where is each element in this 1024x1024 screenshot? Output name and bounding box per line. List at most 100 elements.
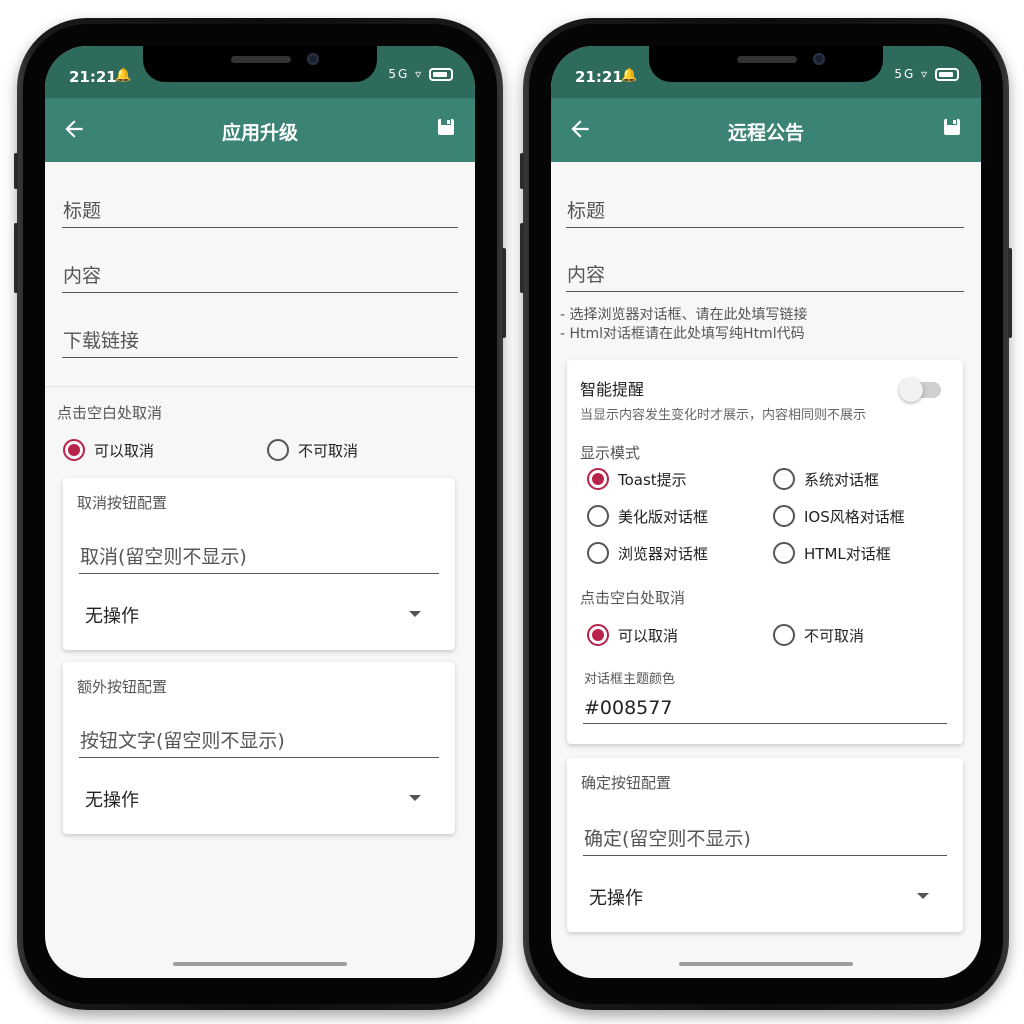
radio-label: IOS风格对话框: [804, 507, 905, 526]
content-field-label: 内容: [63, 265, 102, 287]
radio-cannot-cancel[interactable]: 不可取消: [267, 439, 358, 461]
status-time: 21:21: [69, 68, 117, 86]
theme-color-input[interactable]: #008577: [583, 688, 947, 724]
radio-unselected-icon: [267, 439, 289, 461]
theme-color-value: #008577: [584, 697, 673, 719]
home-indicator[interactable]: [173, 962, 347, 966]
confirm-text-field[interactable]: 确定(留空则不显示): [583, 820, 947, 856]
wifi-icon: ▿: [415, 67, 424, 81]
hint-line: - Html对话框请在此处填写纯Html代码: [560, 326, 805, 342]
display-mode-label: 显示模式: [580, 444, 641, 462]
phone-frame-right: 21:21 🔔 5G ▿ 远程公告 标题 内容 - 选择浏览器对话框、请在此处填…: [520, 18, 1012, 1010]
card-title: 确定按钮配置: [581, 774, 672, 792]
download-link-field[interactable]: 下载链接: [62, 322, 458, 358]
radio-label: 系统对话框: [804, 470, 880, 489]
radio-label: 可以取消: [618, 626, 679, 645]
battery-icon: [935, 68, 959, 81]
notification-icons: 🔔: [115, 68, 132, 83]
hint-text: - 选择浏览器对话框、请在此处填写链接 - Html对话框请在此处填写纯Html…: [560, 306, 808, 344]
radio-label: 美化版对话框: [618, 507, 709, 526]
camera-icon: [813, 53, 825, 65]
radio-mode-toast[interactable]: Toast提示: [587, 468, 687, 490]
wifi-icon: ▿: [921, 67, 930, 81]
download-link-label: 下载链接: [63, 330, 140, 352]
form-content: 标题 内容 - 选择浏览器对话框、请在此处填写链接 - Html对话框请在此处填…: [551, 162, 981, 978]
extra-text-field[interactable]: 按钮文字(留空则不显示): [79, 722, 439, 758]
status-bar: 21:21 🔔 5G ▿: [551, 46, 981, 98]
speaker-grille: [231, 56, 291, 63]
notification-icons: 🔔: [621, 68, 638, 83]
confirm-text-placeholder: 确定(留空则不显示): [584, 828, 751, 850]
radio-cannot-cancel[interactable]: 不可取消: [773, 624, 864, 646]
smart-remind-desc: 当显示内容发生变化时才展示，内容相同则不展示: [580, 408, 867, 423]
extra-action-value[interactable]: 无操作: [85, 786, 139, 812]
hint-line: - 选择浏览器对话框、请在此处填写链接: [560, 307, 808, 323]
radio-mode-system[interactable]: 系统对话框: [773, 468, 879, 490]
app-bar: 应用升级: [45, 98, 475, 162]
radio-label: 浏览器对话框: [618, 544, 709, 563]
power-button: [1008, 248, 1012, 338]
cancel-text-field[interactable]: 取消(留空则不显示): [79, 538, 439, 574]
radio-unselected-icon: [773, 505, 795, 527]
smart-remind-toggle[interactable]: [899, 378, 941, 402]
radio-unselected-icon: [773, 542, 795, 564]
page-title: 远程公告: [727, 122, 804, 144]
status-time: 21:21: [575, 68, 623, 86]
radio-selected-icon: [587, 624, 609, 646]
save-icon[interactable]: [437, 118, 455, 136]
divider: [45, 386, 475, 387]
radio-can-cancel[interactable]: 可以取消: [587, 624, 678, 646]
theme-color-label: 对话框主题颜色: [584, 672, 676, 687]
radio-unselected-icon: [587, 542, 609, 564]
radio-label: HTML对话框: [804, 544, 891, 563]
radio-mode-beautified[interactable]: 美化版对话框: [587, 505, 708, 527]
app-bar: 远程公告: [551, 98, 981, 162]
content-field[interactable]: 内容: [566, 256, 964, 292]
card-title: 额外按钮配置: [77, 678, 168, 696]
network-label: 5G: [388, 67, 410, 81]
radio-can-cancel[interactable]: 可以取消: [63, 439, 154, 461]
status-icons: 5G ▿: [388, 67, 453, 81]
cancel-button-config-card: 取消按钮配置 取消(留空则不显示) 无操作: [63, 478, 455, 650]
network-label: 5G: [894, 67, 916, 81]
volume-button: [14, 153, 18, 189]
toggle-knob: [899, 378, 923, 402]
radio-mode-ios[interactable]: IOS风格对话框: [773, 505, 905, 527]
radio-mode-html[interactable]: HTML对话框: [773, 542, 891, 564]
dropdown-arrow-icon[interactable]: [917, 893, 929, 899]
radio-selected-icon: [63, 439, 85, 461]
phone-frame-left: 21:21 🔔 5G ▿ 应用升级 标题 内容 下载链接 点击空白处取消 可以取…: [14, 18, 506, 1010]
radio-unselected-icon: [773, 468, 795, 490]
volume-button: [520, 153, 524, 189]
title-field[interactable]: 标题: [62, 192, 458, 228]
screen-app-upgrade: 21:21 🔔 5G ▿ 应用升级 标题 内容 下载链接 点击空白处取消 可以取…: [45, 46, 475, 978]
battery-icon: [429, 68, 453, 81]
radio-selected-icon: [587, 468, 609, 490]
dismiss-section-label: 点击空白处取消: [57, 404, 163, 422]
radio-mode-browser[interactable]: 浏览器对话框: [587, 542, 708, 564]
cancel-action-value[interactable]: 无操作: [85, 602, 139, 628]
status-icons: 5G ▿: [894, 67, 959, 81]
cancel-text-placeholder: 取消(留空则不显示): [80, 546, 247, 568]
camera-icon: [307, 53, 319, 65]
dropdown-arrow-icon[interactable]: [409, 611, 421, 617]
save-icon[interactable]: [943, 118, 961, 136]
home-indicator[interactable]: [679, 962, 853, 966]
power-button: [502, 248, 506, 338]
radio-label: 不可取消: [804, 626, 865, 645]
radio-label: Toast提示: [618, 470, 687, 489]
volume-button: [14, 223, 18, 293]
extra-text-placeholder: 按钮文字(留空则不显示): [80, 730, 285, 752]
content-field[interactable]: 内容: [62, 257, 458, 293]
title-field-label: 标题: [567, 200, 606, 222]
confirm-action-value[interactable]: 无操作: [589, 884, 643, 910]
card-title: 取消按钮配置: [77, 494, 168, 512]
extra-button-config-card: 额外按钮配置 按钮文字(留空则不显示) 无操作: [63, 662, 455, 834]
radio-label: 可以取消: [94, 441, 155, 460]
title-field[interactable]: 标题: [566, 192, 964, 228]
smart-remind-title: 智能提醒: [580, 380, 645, 399]
dropdown-arrow-icon[interactable]: [409, 795, 421, 801]
radio-label: 不可取消: [298, 441, 359, 460]
radio-unselected-icon: [773, 624, 795, 646]
title-field-label: 标题: [63, 200, 102, 222]
